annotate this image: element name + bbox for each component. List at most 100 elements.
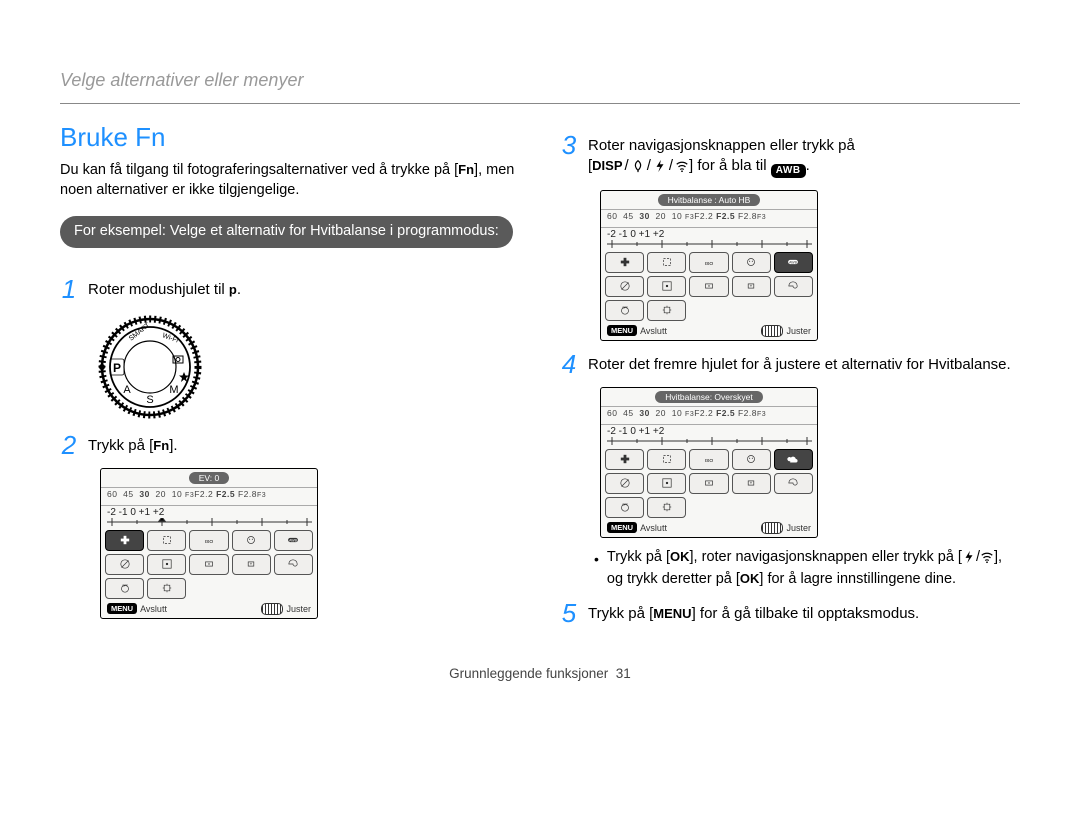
step3-line1: Roter navigasjonsknappen eller trykk på	[588, 137, 855, 154]
bullet-note: • Trykk på [OK], roter navigasjonsknappe…	[594, 548, 1020, 590]
cell-iso-icon: ISO	[689, 449, 728, 470]
step-4: 4 Roter det fremre hjulet for å justere …	[560, 351, 1020, 377]
cell-area-icon	[647, 276, 686, 297]
rule	[60, 103, 1020, 104]
wifi-icon	[675, 159, 689, 179]
flash-icon	[653, 159, 667, 179]
step-3: 3 Roter navigasjonsknappen eller trykk p…	[560, 132, 1020, 180]
lcd-footer: MENU Avslutt Juster	[101, 601, 317, 616]
wheel-icon	[761, 325, 783, 337]
lcd-shutter-scale: 60 45 30 20 10 F3F2.2 F2.5 F2.8F3	[601, 209, 817, 228]
svg-text:OFF: OFF	[622, 306, 628, 310]
lcd-icon-grid: ISO AWB + OFF	[101, 528, 317, 601]
lcd-screen-cloudy: Hvitbalanse: Overskyet 60 45 30 20 10 F3…	[600, 387, 818, 538]
lcd-footer: MENU Avslutt Juster	[601, 323, 817, 338]
svg-text:OFF: OFF	[122, 584, 128, 588]
lcd-footer: MENU Avslutt Juster	[601, 520, 817, 535]
step2-suffix: ].	[169, 437, 177, 454]
step-number: 1	[60, 276, 78, 302]
intro-text: Du kan få tilgang til fotograferingsalte…	[60, 161, 520, 200]
lcd-exit: MENU Avslutt	[107, 603, 167, 614]
page-title: Bruke Fn	[60, 122, 520, 153]
lcd-ev-ticks	[101, 518, 317, 528]
cell-iso-icon: ISO	[189, 530, 228, 551]
step-body: Roter modushjulet til p.	[88, 276, 241, 300]
cell-focus-icon	[147, 530, 186, 551]
lcd-icon-grid: ISO AWB + OFF	[601, 250, 817, 323]
bullet-p4: ] for å lagre innstillingene dine.	[759, 571, 956, 587]
cell-ev-icon	[105, 530, 144, 551]
lcd-adjust: Juster	[261, 603, 311, 615]
foot-adjust-label: Juster	[786, 326, 811, 336]
svg-text:OFF: OFF	[622, 503, 628, 507]
menu-badge: MENU	[607, 325, 637, 336]
step-number: 3	[560, 132, 578, 158]
macro-icon	[631, 159, 645, 179]
cell-metering-icon	[689, 473, 728, 494]
svg-text:AWB: AWB	[289, 539, 298, 543]
lcd-exit: MENU Avslutt	[607, 325, 667, 336]
lcd-adjust: Juster	[761, 522, 811, 534]
step-body: Roter navigasjonsknappen eller trykk på …	[588, 132, 855, 180]
lcd-header-pill: Hvitbalanse: Overskyet	[655, 391, 762, 403]
cell-flash-off-icon	[105, 554, 144, 575]
right-column: 3 Roter navigasjonsknappen eller trykk p…	[560, 122, 1020, 636]
cell-metering-icon	[189, 554, 228, 575]
cell-timer-off-icon: OFF	[105, 578, 144, 599]
step3-suffix: ] for å bla til	[689, 157, 771, 174]
step-number: 5	[560, 600, 578, 626]
cell-cloudy-icon	[774, 449, 813, 470]
cell-awb-icon: AWB	[774, 252, 813, 273]
cell-flash-off-icon	[605, 276, 644, 297]
foot-exit-label: Avslutt	[640, 523, 667, 533]
mode-dial-illustration: P A S M SMART Wi-Fi	[90, 312, 210, 422]
flash-icon	[962, 550, 976, 571]
step-5: 5 Trykk på [MENU] for å gå tilbake til o…	[560, 600, 1020, 626]
step5-prefix: Trykk på [	[588, 605, 653, 622]
lcd-shutter-scale: 60 45 30 20 10 F3F2.2 F2.5 F2.8F3	[101, 487, 317, 506]
lcd-header: Hvitbalanse: Overskyet	[601, 388, 817, 406]
bullet-text: Trykk på [OK], roter navigasjonsknappen …	[607, 548, 1020, 590]
lcd-header-pill: Hvitbalanse : Auto HB	[658, 194, 761, 206]
intro-prefix: Du kan få tilgang til fotograferingsalte…	[60, 162, 458, 178]
cell-dial-icon: +	[232, 554, 271, 575]
lcd-header: EV: 0	[101, 469, 317, 487]
svg-text:ISO: ISO	[705, 261, 714, 267]
cell-color-icon	[774, 276, 813, 297]
section-header: Velge alternativer eller menyer	[60, 70, 1020, 91]
awb-pill: AWB	[771, 164, 806, 178]
step5-suffix: ] for å gå tilbake til opptaksmodus.	[692, 605, 920, 622]
cell-ois-icon	[647, 300, 686, 321]
lcd-screen-ev: EV: 0 60 45 30 20 10 F3F2.2 F2.5 F2.8F3 …	[100, 468, 318, 619]
disp-label: DISP	[592, 158, 622, 173]
cell-ev-icon	[605, 449, 644, 470]
cell-awb-icon: AWB	[274, 530, 313, 551]
step1-suffix: .	[237, 281, 241, 298]
nav-icons: ///	[623, 157, 690, 174]
wheel-icon	[261, 603, 283, 615]
cell-face-icon	[232, 530, 271, 551]
cell-area-icon	[647, 473, 686, 494]
cell-ev-icon	[605, 252, 644, 273]
cell-metering-icon	[689, 276, 728, 297]
svg-text:ISO: ISO	[205, 539, 214, 545]
page-root: Velge alternativer eller menyer Bruke Fn…	[0, 0, 1080, 711]
svg-text:M: M	[169, 384, 178, 396]
foot-adjust-label: Juster	[786, 523, 811, 533]
footer-section: Grunnleggende funksjoner	[449, 666, 608, 681]
step-2: 2 Trykk på [Fn].	[60, 432, 520, 458]
lcd-header: Hvitbalanse : Auto HB	[601, 191, 817, 209]
step-body: Trykk på [MENU] for å gå tilbake til opp…	[588, 600, 919, 624]
lcd-ev-scale: -2 -1 0 +1 +2	[101, 506, 317, 518]
cell-ois-icon	[647, 497, 686, 518]
step3-end: .	[806, 157, 810, 174]
svg-text:S: S	[146, 394, 153, 406]
cell-face-icon	[732, 252, 771, 273]
wifi-icon	[980, 550, 994, 571]
step-number: 2	[60, 432, 78, 458]
lcd-adjust: Juster	[761, 325, 811, 337]
lcd-header-pill: EV: 0	[189, 472, 229, 484]
menu-badge: MENU	[607, 522, 637, 533]
lcd-screen-awb: Hvitbalanse : Auto HB 60 45 30 20 10 F3F…	[600, 190, 818, 341]
left-column: Bruke Fn Du kan få tilgang til fotografe…	[60, 122, 520, 636]
